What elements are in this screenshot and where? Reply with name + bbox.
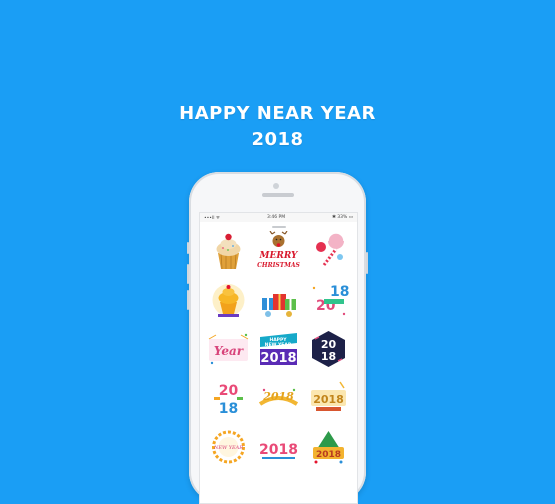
sticker-text-2018: 2018 xyxy=(262,390,294,403)
sticker-grid: MERRY CHRISTMAS 20 18 Year HAPPY NEW YEA… xyxy=(206,231,351,467)
sticker-happy-new-year-2018[interactable]: HAPPY NEW YEAR 2018 xyxy=(256,329,301,369)
sheet-grabber[interactable] xyxy=(271,226,286,228)
sticker-2018-stacked[interactable]: 20 18 xyxy=(206,378,251,418)
sticker-2018-festive-tree[interactable]: 2018 xyxy=(306,427,351,467)
sticker-cupcake[interactable] xyxy=(206,231,251,271)
sticker-2018-bold[interactable]: 2018 xyxy=(256,427,301,467)
phone-mockup: •••ll ᯤ 3:46 PM ✱ 33% ▭ MERRY CHRISTMAS … xyxy=(187,172,368,504)
sticker-candy-lollipop[interactable] xyxy=(306,231,351,271)
sticker-text-18: 18 xyxy=(219,401,238,417)
speaker-grille xyxy=(262,193,294,197)
volume-down-button xyxy=(187,290,189,310)
sticker-2018-gold-ribbon[interactable]: 2018 xyxy=(256,378,301,418)
battery-indicator: ✱ 33% ▭ xyxy=(332,215,353,220)
sticker-reindeer-merry-christmas[interactable]: MERRY CHRISTMAS xyxy=(256,231,301,271)
sticker-gift-boxes[interactable] xyxy=(256,280,301,320)
sticker-2018-dark-hexagon[interactable]: 20 18 xyxy=(306,329,351,369)
phone-screen: •••ll ᯤ 3:46 PM ✱ 33% ▭ MERRY CHRISTMAS … xyxy=(199,212,358,504)
sticker-new-year-wreath[interactable]: NEW YEAR xyxy=(206,427,251,467)
camera-dot xyxy=(273,183,279,189)
sticker-text-new-year: NEW YEAR xyxy=(265,342,292,348)
sticker-text-2018: 2018 xyxy=(259,442,298,458)
status-time: 3:46 PM xyxy=(266,215,286,220)
carrier-signal: •••ll ᯤ xyxy=(204,215,221,221)
sticker-text-new-year: NEW YEAR xyxy=(213,445,243,451)
sticker-text-18: 18 xyxy=(330,284,349,300)
headline-year: 2018 xyxy=(251,129,304,150)
mute-switch xyxy=(187,242,189,254)
volume-up-button xyxy=(187,264,189,284)
headline-title: HAPPY NEAR YEAR xyxy=(179,103,376,124)
status-bar: •••ll ᯤ 3:46 PM ✱ 33% ▭ xyxy=(200,213,357,222)
sticker-text-2018: 2018 xyxy=(313,393,344,406)
sticker-new-year-label[interactable]: Year xyxy=(206,329,251,369)
sticker-text-2018: 2018 xyxy=(260,351,296,366)
sticker-golden-cupcake[interactable] xyxy=(206,280,251,320)
sticker-text-2018: 2018 xyxy=(316,450,341,460)
sticker-text-year: Year xyxy=(214,344,245,358)
sticker-text-18: 18 xyxy=(321,350,336,363)
sticker-text-20: 20 xyxy=(219,383,239,399)
power-button xyxy=(366,252,368,274)
sticker-text-christmas: CHRISTMAS xyxy=(257,262,300,269)
sticker-text-merry: MERRY xyxy=(259,251,300,261)
sticker-2018-gold-sign[interactable]: 2018 xyxy=(306,378,351,418)
sticker-2018-colorful-badge[interactable]: 20 18 xyxy=(306,280,351,320)
